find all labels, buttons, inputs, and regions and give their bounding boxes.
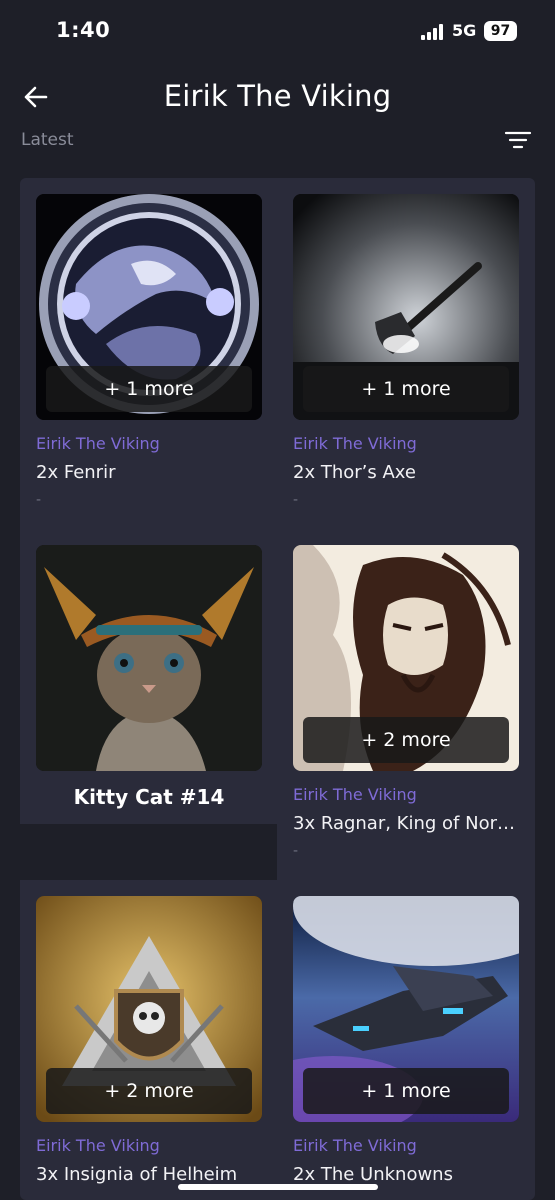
item-price: - [36, 492, 42, 508]
more-badge: + 1 more [303, 1068, 509, 1114]
item-name: 2x Fenrir [36, 462, 116, 483]
creator-link[interactable]: Eirik The Viking [36, 1136, 262, 1155]
status-bar: 1:40 5G 97 [0, 0, 555, 62]
nft-thumbnail: + 2 more [293, 545, 519, 771]
grid-gap [20, 824, 277, 880]
item-name: 2x The Unknowns [293, 1164, 453, 1185]
nft-card[interactable]: + 1 more Eirik The Viking 2x Thor’s Axe … [293, 194, 519, 508]
filter-lines-icon [504, 131, 532, 149]
nft-card[interactable]: + 2 more Eirik The Viking 3x Insignia of… [36, 896, 262, 1185]
nft-thumbnail: + 2 more [36, 896, 262, 1122]
item-name: Kitty Cat #14 [73, 785, 225, 809]
nft-card[interactable]: Kitty Cat #14 [36, 545, 262, 809]
creator-link[interactable]: Eirik The Viking [293, 1136, 519, 1155]
network-label: 5G [452, 21, 477, 40]
home-indicator[interactable] [178, 1184, 378, 1190]
nft-thumbnail [36, 545, 262, 771]
more-badge: + 2 more [46, 1068, 252, 1114]
nft-card[interactable]: + 2 more Eirik The Viking 3x Ragnar, Kin… [293, 545, 519, 859]
status-time: 1:40 [56, 18, 111, 42]
creator-link[interactable]: Eirik The Viking [293, 785, 519, 804]
page-title: Eirik The Viking [163, 79, 392, 113]
battery-icon: 97 [484, 21, 517, 41]
item-price: - [293, 492, 299, 508]
nft-thumbnail: + 1 more [36, 194, 262, 420]
more-badge: + 1 more [46, 366, 252, 412]
creator-link[interactable]: Eirik The Viking [293, 434, 519, 453]
nft-thumbnail: + 1 more [293, 896, 519, 1122]
filter-button[interactable] [503, 128, 533, 154]
nft-thumbnail: + 1 more [293, 194, 519, 420]
item-name: 3x Ragnar, King of Norw… [293, 813, 519, 834]
creator-link[interactable]: Eirik The Viking [36, 434, 262, 453]
nft-card[interactable]: + 1 more Eirik The Viking 2x Fenrir - [36, 194, 262, 508]
nft-card[interactable]: + 1 more Eirik The Viking 2x The Unknown… [293, 896, 519, 1185]
more-badge: + 1 more [303, 366, 509, 412]
item-price: - [293, 843, 299, 859]
signal-icon [421, 24, 445, 40]
item-name: 2x Thor’s Axe [293, 462, 416, 483]
item-name: 3x Insignia of Helheim [36, 1164, 238, 1185]
more-badge: + 2 more [303, 717, 509, 763]
sort-label[interactable]: Latest [21, 130, 74, 150]
